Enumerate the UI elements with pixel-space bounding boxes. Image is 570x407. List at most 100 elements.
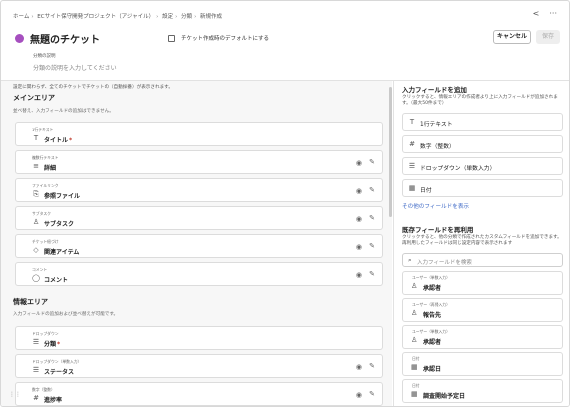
number-icon: # [33,394,39,402]
dropdown-icon: ☰ [32,366,40,374]
field-type: サブタスク [32,211,51,216]
pencil-icon[interactable]: ✎ [369,158,375,166]
default-checkbox[interactable] [168,34,175,42]
field-type: コメント [32,267,48,272]
eye-icon[interactable]: ◉ [356,363,362,371]
pencil-icon[interactable]: ✎ [369,186,375,194]
field-type: 数字（整数） [32,387,55,392]
user-icon: ♙ [411,282,418,290]
dropdown-icon: ☰ [32,338,40,346]
existing-field-type: ユーザー（単数入力） [412,329,450,334]
top-icons: < ··· [533,9,557,18]
add-item-label: 日付 [420,188,432,194]
breadcrumb-current: 新規作成 [200,14,223,20]
title-row: 無題のチケット [15,31,100,46]
breadcrumb-home[interactable]: ホーム [13,14,29,20]
search-input[interactable]: 入力フィールドを検索 [417,258,472,266]
field-type: ドロップダウン [32,331,59,336]
calendar-icon: ▦ [408,184,416,192]
breadcrumb-project[interactable]: ECサイト保守開発プロジェクト（アジャイル） [37,14,154,20]
field-type: チケット紐づけ [32,239,59,244]
add-field-subtitle: クリックすると、情報エリアの作成者より上に入力フィールドが追加されます。（最大5… [402,95,558,106]
subtask-icon: ♙ [32,218,40,226]
share-icon[interactable]: < [533,9,540,18]
drag-handle-icon[interactable]: ⋮⋮ [9,391,21,398]
field-name: 分類* [44,341,61,348]
pencil-icon[interactable]: ✎ [369,270,375,278]
pencil-icon[interactable]: ✎ [369,242,375,250]
existing-field-type: 日付 [412,383,420,388]
pencil-icon[interactable]: ✎ [369,362,375,370]
field-type: 複数行テキスト [32,155,59,160]
add-item-label: 数字（整数） [420,144,455,150]
add-date[interactable]: ▦ 日付 [402,179,563,197]
more-icon[interactable]: ··· [549,9,557,18]
calendar-icon: ▦ [411,390,418,398]
description-input[interactable]: 分類の説明を入力してください [33,63,117,72]
field-card-files[interactable]: ファイルリンク ⎘ 参照ファイル ◉ ✎ [15,178,383,202]
eye-icon[interactable]: ◉ [356,391,362,399]
add-single-line-text[interactable]: T 1行テキスト [402,113,563,131]
field-card-detail[interactable]: 複数行テキスト ≡ 詳細 ◉ ✎ [15,150,383,174]
number-icon: # [409,140,415,148]
field-name: タイトル* [44,137,73,144]
breadcrumb-settings[interactable]: 設定 [162,14,173,20]
eye-icon[interactable]: ◉ [356,187,362,195]
ticket-title[interactable]: 無題のチケット [30,31,100,46]
field-card-category[interactable]: ドロップダウン ☰ 分類* [15,326,383,350]
field-type: ドロップダウン（単数入力） [32,359,82,364]
breadcrumb-category[interactable]: 分類 [181,14,192,20]
main-area-subtitle: 並べ替え、入力フィールドの追加はできません。 [13,109,114,114]
existing-field-name: 承認日 [423,366,442,373]
field-card-related[interactable]: チケット紐づけ ◇ 関連アイテム ◉ ✎ [15,234,383,258]
existing-field-name: 報告先 [423,312,442,319]
field-name: コメント [44,277,69,284]
field-type: ファイルリンク [32,183,59,188]
field-card-comment[interactable]: コメント ◯ コメント ◉ ✎ [15,262,383,286]
field-card-subtask[interactable]: サブタスク ♙ サブタスク ◉ ✎ [15,206,383,230]
add-number-integer[interactable]: # 数字（整数） [402,135,563,153]
eye-icon[interactable]: ◉ [356,159,362,167]
existing-field-type: ユーザー（再帰入力） [412,302,450,307]
user-icon: ♙ [411,336,418,344]
default-checkbox-row[interactable]: チケット作成時のデフォルトにする [168,34,269,42]
field-search[interactable]: ⌕ 入力フィールドを検索 [402,253,563,267]
search-icon: ⌕ [408,256,412,264]
field-card-progress[interactable]: ⋮⋮ 数字（整数） # 進捗率 ◉ ✎ [9,382,383,406]
breadcrumb: ホーム › ECサイト保守開発プロジェクト（アジャイル） › 設定 › 分類 › 新規作… [13,14,223,20]
eye-icon[interactable]: ◉ [356,271,362,279]
existing-field-name: 調査開始予定日 [423,393,466,400]
more-fields-link[interactable]: その他のフィールドを表示 [402,202,469,210]
info-area-title: 情報エリア [13,298,48,306]
reuse-field-subtitle: クリックすると、他の分類で作成されたカスタムフィールドを追加できます。再利用した… [402,235,562,246]
existing-field[interactable]: 日付 ▦ 調査開始予定日 [402,379,563,403]
left-scrollbar[interactable] [389,87,392,217]
calendar-icon: ▦ [411,363,418,371]
cancel-button[interactable]: キャンセル [493,30,531,44]
dropdown-icon: ☰ [408,162,416,170]
existing-field[interactable]: ユーザー（単数入力） ♙ 承認者 [402,271,563,295]
field-name: ステータス [44,369,75,376]
comment-icon: ◯ [32,274,40,282]
pencil-icon[interactable]: ✎ [369,390,375,398]
page: ホーム › ECサイト保守開発プロジェクト（アジャイル） › 設定 › 分類 › 新規作… [0,0,570,407]
field-card-status[interactable]: ドロップダウン（単数入力） ☰ ステータス ◉ ✎ [15,354,383,378]
existing-field[interactable]: ユーザー（再帰入力） ♙ 報告先 [402,298,563,322]
text-icon: T [409,118,415,126]
existing-field[interactable]: 日付 ▦ 承認日 [402,352,563,376]
user-icon: ♙ [411,309,418,317]
save-button[interactable]: 保存 [536,30,560,44]
field-card-title[interactable]: 1行テキスト T タイトル* [15,122,383,146]
pencil-icon[interactable]: ✎ [369,214,375,222]
add-item-label: 1行テキスト [420,122,453,128]
eye-icon[interactable]: ◉ [356,215,362,223]
field-type: 1行テキスト [32,127,54,132]
add-field-title: 入力フィールドを追加 [402,86,467,94]
info-text: 設定に関わらず、全てのチケットでチケットの（自動採番）が表示されます。 [13,85,173,90]
add-dropdown-single[interactable]: ☰ ドロップダウン（単数入力） [402,157,563,175]
link-ticket-icon: ◇ [33,246,39,254]
color-dot[interactable] [15,34,24,43]
existing-field[interactable]: ユーザー（単数入力） ♙ 承認者 [402,325,563,349]
eye-icon[interactable]: ◉ [356,243,362,251]
field-name: 詳細 [44,165,57,172]
